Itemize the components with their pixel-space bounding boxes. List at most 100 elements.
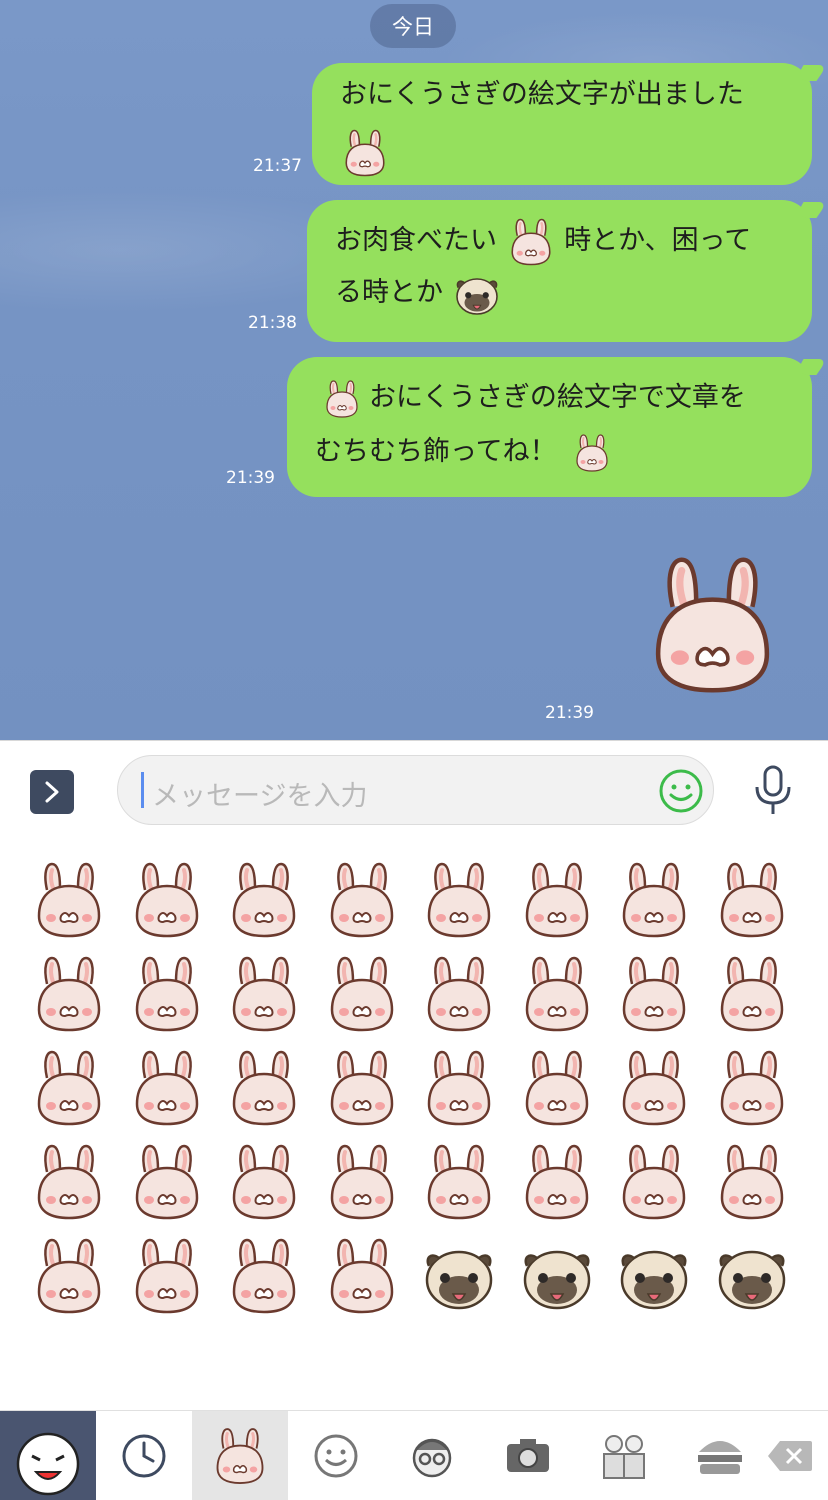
bunny-smug-icon <box>416 1048 502 1128</box>
bunny-run-emoji[interactable] <box>611 1142 701 1226</box>
bunny-shock-emoji[interactable] <box>221 1048 311 1132</box>
tab-bunny[interactable] <box>192 1411 288 1500</box>
pug-question-icon <box>709 1236 795 1316</box>
bunny-star-tilt-emoji[interactable] <box>26 1048 116 1132</box>
bunny-gloom-icon <box>221 1142 307 1222</box>
bunny-dash-icon <box>514 1048 600 1128</box>
bunny-dash-emoji[interactable] <box>514 1048 604 1132</box>
bunny-icon <box>210 1426 270 1486</box>
bunny-sticker[interactable] <box>640 545 785 705</box>
bunny-cry-emoji[interactable] <box>611 954 701 1038</box>
bunny-calm-icon <box>26 1142 112 1222</box>
pug-halo-icon <box>514 1236 600 1316</box>
bunny-tongue-emoji[interactable] <box>611 860 701 944</box>
bunny-gloom-emoji[interactable] <box>221 1142 311 1226</box>
tab-delete[interactable] <box>752 1411 828 1500</box>
bunny-neutral-emoji[interactable] <box>26 954 116 1038</box>
bunny-peek-icon <box>709 1048 795 1128</box>
bunny-sweat-emoji[interactable] <box>416 954 506 1038</box>
bunny-soul-emoji[interactable] <box>124 1142 214 1226</box>
camera-icon <box>507 1438 549 1472</box>
bunny-exclaim-icon <box>26 1236 112 1316</box>
tab-persons[interactable] <box>576 1411 672 1500</box>
bunny-exclaim-emoji[interactable] <box>26 1236 116 1320</box>
tab-sticker-character[interactable] <box>0 1411 96 1500</box>
bunny-sunglasses-icon <box>416 1142 502 1222</box>
message-text: 時とか、困って <box>564 225 752 256</box>
microphone-icon[interactable] <box>752 765 794 817</box>
bunny-flop-emoji[interactable] <box>221 1236 311 1320</box>
bunny-meat-icon <box>514 1142 600 1222</box>
bunny-smug-emoji[interactable] <box>416 1048 506 1132</box>
chat-area[interactable]: 今日 おにくうさぎの絵文字が出ました 21:37 お肉食べたい 時とか、困って … <box>0 0 828 740</box>
bunny-sleep-icon <box>709 860 795 940</box>
message-bubble[interactable]: おにくうさぎの絵文字が出ました <box>312 63 828 185</box>
bunny-flowers-icon <box>221 860 307 940</box>
bunny-flowers-emoji[interactable] <box>221 860 311 944</box>
bunny-calm-emoji[interactable] <box>26 1142 116 1226</box>
input-bar: メッセージを入力 <box>0 740 828 841</box>
bunny-lying-emoji[interactable] <box>319 1142 409 1226</box>
tab-people[interactable] <box>384 1411 480 1500</box>
bunny-meat-emoji[interactable] <box>514 1142 604 1226</box>
message-text: おにくうさぎの絵文字で文章を <box>369 382 746 413</box>
bunny-thumb-icon <box>611 1048 697 1128</box>
bunny-angry-emoji[interactable] <box>221 954 311 1038</box>
message-bubble[interactable]: おにくうさぎの絵文字で文章を むちむち飾ってね！ <box>287 357 828 497</box>
message-text: お肉食べたい <box>335 225 497 256</box>
pug-tongue-emoji[interactable] <box>416 1236 506 1320</box>
bunny-question-icon <box>124 1236 210 1316</box>
bunny-tongue-icon <box>611 860 697 940</box>
pug-halo-emoji[interactable] <box>514 1236 604 1320</box>
message-text: る時とか <box>335 277 443 308</box>
message-time: 21:39 <box>226 468 275 488</box>
bunny-neutral-icon <box>26 954 112 1034</box>
bunny-flop-icon <box>221 1236 307 1316</box>
bunny-peek-emoji[interactable] <box>709 1048 799 1132</box>
pug-shiver-icon <box>611 1236 697 1316</box>
bunny-lying-emoji <box>315 379 369 419</box>
message-text: おにくうさぎの絵文字が出ました <box>340 79 744 110</box>
bunny-plain-icon <box>26 860 112 940</box>
pug-shiver-emoji[interactable] <box>611 1236 701 1320</box>
bunny-blush-icon <box>124 860 210 940</box>
bunny-punch-emoji[interactable] <box>319 954 409 1038</box>
bunny-angry-icon <box>221 954 307 1034</box>
bunny-sparkle-emoji[interactable] <box>319 860 409 944</box>
tab-recent[interactable] <box>96 1411 192 1500</box>
bunny-pow-emoji[interactable] <box>124 1048 214 1132</box>
backspace-icon <box>768 1440 812 1471</box>
bunny-drop-emoji[interactable] <box>514 954 604 1038</box>
message-time: 21:39 <box>545 703 594 723</box>
bunny-sleep-emoji[interactable] <box>709 860 799 944</box>
bunny-stars-icon <box>416 860 502 940</box>
bunny-stars-emoji[interactable] <box>416 860 506 944</box>
pug-question-emoji[interactable] <box>709 1236 799 1320</box>
bunny-lying-icon <box>319 1142 405 1222</box>
bunny-punch-icon <box>319 954 405 1034</box>
bunny-sunglasses-emoji[interactable] <box>416 1142 506 1226</box>
bunny-plain-emoji[interactable] <box>26 860 116 944</box>
bunny-question-emoji[interactable] <box>124 1236 214 1320</box>
bunny-tears-emoji[interactable] <box>709 954 799 1038</box>
expand-button[interactable] <box>30 770 74 814</box>
bunny-hug-emoji[interactable] <box>514 860 604 944</box>
bunny-steam-emoji[interactable] <box>124 954 214 1038</box>
bunny-sparkle-emoji <box>340 128 390 178</box>
bunny-sprawl-emoji[interactable] <box>319 1236 409 1320</box>
bunny-halo-emoji[interactable] <box>319 1048 409 1132</box>
tab-objects[interactable] <box>480 1411 576 1500</box>
clock-icon <box>122 1434 166 1477</box>
date-separator: 今日 <box>370 4 456 48</box>
bunny-roll-emoji[interactable] <box>709 1142 799 1226</box>
face-glasses-icon <box>412 1438 452 1477</box>
message-bubble[interactable]: お肉食べたい 時とか、困って る時とか <box>307 200 828 342</box>
smile-icon[interactable] <box>658 768 704 814</box>
bunny-tears-icon <box>709 954 795 1034</box>
bunny-thumb-emoji[interactable] <box>611 1048 701 1132</box>
tab-smiley[interactable] <box>288 1411 384 1500</box>
bunny-cry-icon <box>611 954 697 1034</box>
bunny-blush-emoji[interactable] <box>124 860 214 944</box>
message-input[interactable]: メッセージを入力 <box>117 755 714 825</box>
message-text: むちむち飾ってね！ <box>315 436 557 467</box>
